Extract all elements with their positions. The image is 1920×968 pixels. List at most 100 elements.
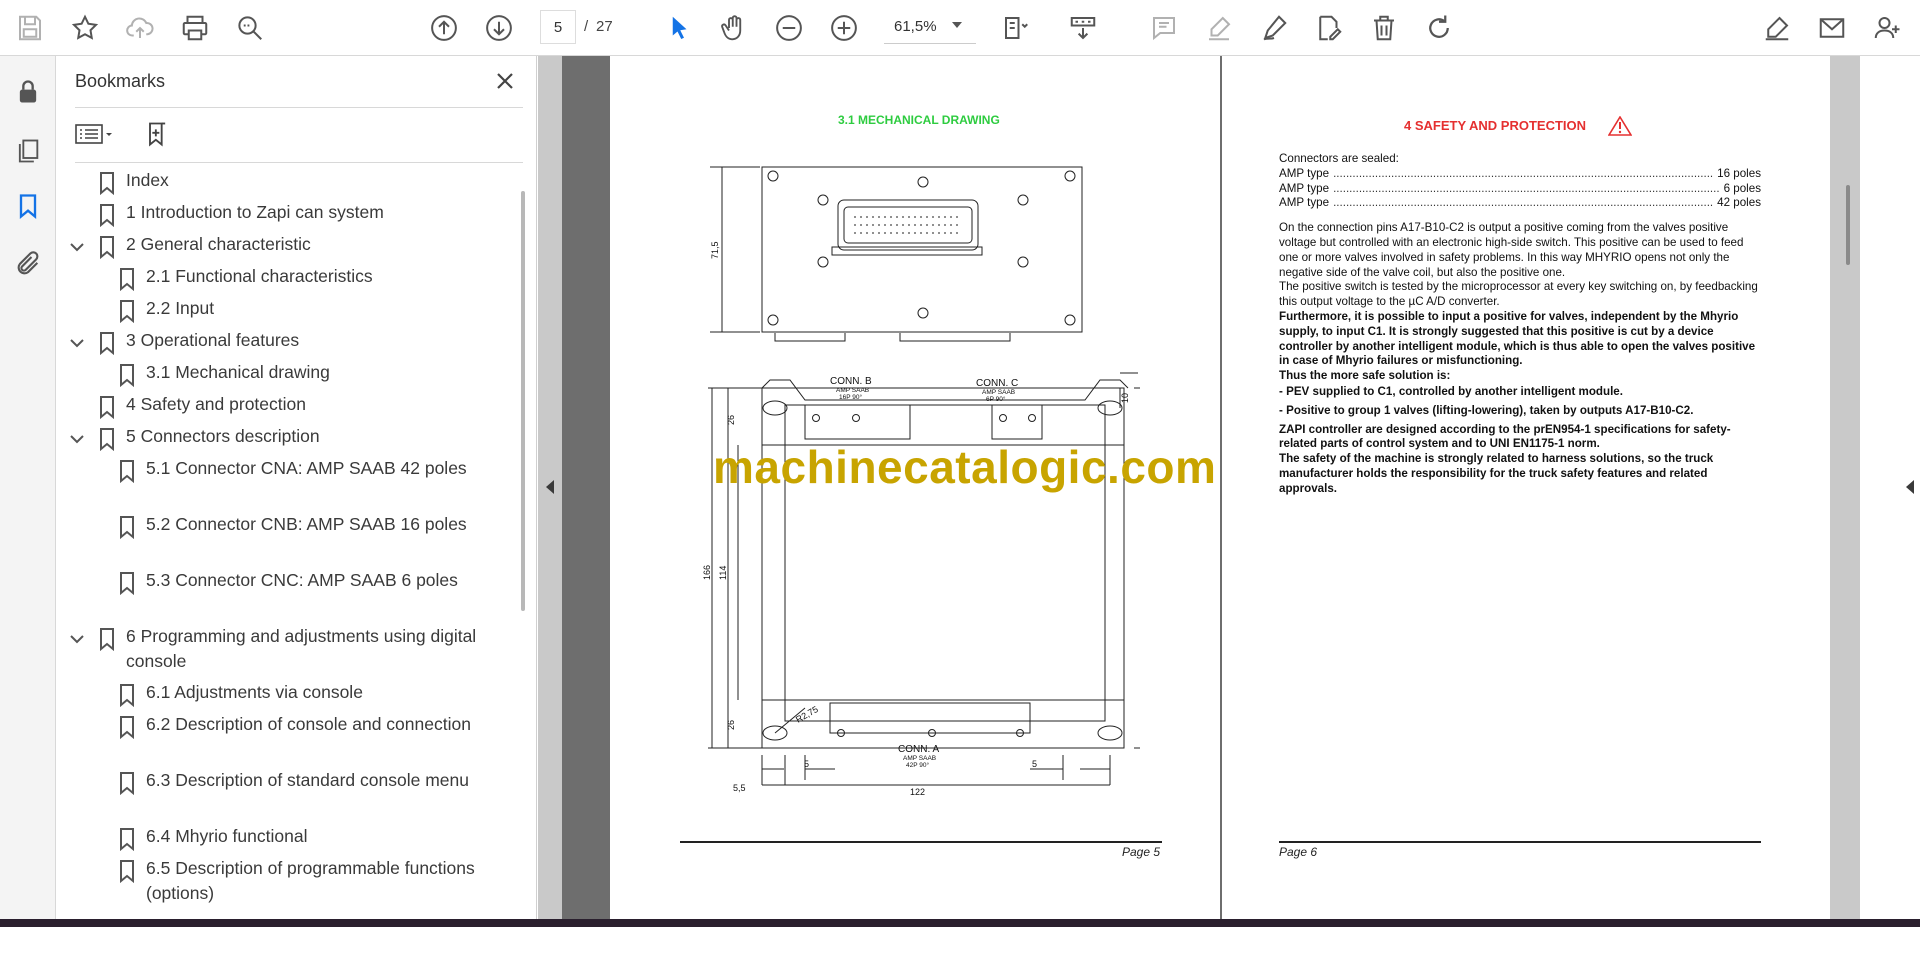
connector-name: AMP type bbox=[1279, 166, 1330, 180]
watermark-text: machinecatalogic.com bbox=[713, 441, 1217, 493]
page-6-heading: 4 SAFETY AND PROTECTION bbox=[1404, 118, 1587, 133]
rotate-icon[interactable] bbox=[1419, 8, 1459, 48]
edit-text-icon[interactable] bbox=[1309, 8, 1349, 48]
bookmark-label: 6.5 Description of programmable function… bbox=[146, 858, 475, 903]
chevron-down-icon[interactable] bbox=[952, 22, 962, 28]
dim-label: 26 bbox=[726, 720, 736, 730]
bookmark-options-button[interactable] bbox=[75, 118, 119, 150]
bookmark-tree: Index 1 Introduction to Zapi can system 2 … bbox=[56, 168, 516, 968]
connector-value: 42 poles bbox=[1717, 196, 1761, 210]
print-icon[interactable] bbox=[175, 8, 215, 48]
chevron-down-icon[interactable] bbox=[68, 430, 86, 448]
next-page-icon[interactable] bbox=[479, 8, 519, 48]
cloud-upload-icon[interactable] bbox=[120, 8, 160, 48]
bookmark-label: 6.2 Description of console and connectio… bbox=[146, 714, 471, 734]
bookmark-icon bbox=[100, 396, 114, 419]
zoom-in-icon[interactable] bbox=[824, 8, 864, 48]
bookmark-icon bbox=[120, 572, 134, 595]
dim-label: 5 bbox=[1032, 759, 1037, 769]
collapse-panel-left-icon[interactable] bbox=[546, 480, 554, 494]
paragraph: The safety of the machine is strongly re… bbox=[1279, 452, 1714, 495]
document-scrollbar[interactable] bbox=[1846, 185, 1850, 265]
conn-a-sub2: 42P 90° bbox=[906, 761, 929, 769]
connector-row: AMP type................................… bbox=[1279, 196, 1761, 211]
previous-page-icon[interactable] bbox=[424, 8, 464, 48]
draw-pen-icon[interactable] bbox=[1254, 8, 1294, 48]
scroll-mode-icon[interactable] bbox=[1063, 8, 1103, 48]
right-gutter bbox=[1830, 56, 1860, 920]
chevron-down-icon[interactable] bbox=[68, 238, 86, 256]
conn-c-label: CONN. C bbox=[976, 378, 1018, 389]
bookmark-icon bbox=[120, 828, 134, 851]
bookmark-label: 4 Safety and protection bbox=[126, 394, 306, 414]
zoom-out-icon[interactable] bbox=[769, 8, 809, 48]
conn-c-sub2: 6P 90° bbox=[986, 395, 1006, 403]
bookmark-icon bbox=[120, 460, 134, 483]
chevron-down-icon[interactable] bbox=[68, 630, 86, 648]
attachments-paperclip-icon[interactable] bbox=[8, 244, 48, 284]
bookmarks-panel-icon[interactable] bbox=[8, 186, 48, 226]
dim-label: 26 bbox=[726, 415, 736, 425]
bookmark-icon bbox=[120, 684, 134, 707]
dim-label: 10 bbox=[1120, 393, 1130, 403]
bookmark-icon bbox=[100, 628, 114, 651]
connector-row: AMP type................................… bbox=[1279, 167, 1761, 182]
bookmark-label: 2.1 Functional characteristics bbox=[146, 266, 373, 286]
page-thumbnails-icon[interactable] bbox=[8, 131, 48, 171]
bookmark-label: 6.1 Adjustments via console bbox=[146, 682, 363, 702]
hand-tool-icon[interactable] bbox=[714, 8, 754, 48]
sign-icon[interactable] bbox=[1757, 8, 1797, 48]
navigation-rail bbox=[0, 56, 56, 927]
bookmarks-scrollbar[interactable] bbox=[521, 191, 525, 611]
conn-a-sub1: AMP SAAB bbox=[903, 755, 936, 762]
conn-b-sub2: 16P 90° bbox=[839, 393, 862, 401]
leader-dots: ........................................… bbox=[1333, 196, 1714, 210]
email-icon[interactable] bbox=[1812, 8, 1852, 48]
delete-trash-icon[interactable] bbox=[1364, 8, 1404, 48]
expand-panel-right-icon[interactable] bbox=[1906, 480, 1914, 494]
page-number-input[interactable]: 5 bbox=[540, 10, 576, 44]
add-user-icon[interactable] bbox=[1867, 8, 1907, 48]
dim-label: 5,5 bbox=[733, 783, 746, 793]
connector-value: 6 poles bbox=[1723, 181, 1761, 195]
connector-value: 16 poles bbox=[1717, 166, 1761, 180]
bullet-item: - Positive to group 1 valves (lifting-lo… bbox=[1279, 403, 1694, 417]
new-bookmark-icon[interactable] bbox=[139, 116, 175, 152]
page-6-body: Connectors are sealed: AMP type.........… bbox=[1279, 152, 1761, 497]
bookmark-icon bbox=[120, 772, 134, 795]
bookmark-label: 6 Programming and adjustments using digi… bbox=[126, 626, 477, 671]
highlight-icon[interactable] bbox=[1199, 8, 1239, 48]
star-icon[interactable] bbox=[65, 8, 105, 48]
page-5-heading: 3.1 MECHANICAL DRAWING bbox=[838, 113, 1000, 127]
leader-dots: ........................................… bbox=[1333, 166, 1714, 180]
lock-icon[interactable] bbox=[8, 72, 48, 112]
bookmark-icon bbox=[120, 268, 134, 291]
comment-icon[interactable] bbox=[1144, 8, 1184, 48]
bookmark-icon bbox=[120, 716, 134, 739]
paragraph: Furthermore, it is possible to input a p… bbox=[1279, 309, 1756, 368]
conn-a-label: CONN. A bbox=[898, 744, 939, 755]
zoom-level-select[interactable]: 61,5% bbox=[884, 10, 976, 44]
page-fit-icon[interactable] bbox=[996, 8, 1036, 48]
dim-label: 122 bbox=[910, 787, 925, 797]
paragraph: Thus the more safe solution is: bbox=[1279, 369, 1451, 383]
conn-c-sub1: AMP SAAB bbox=[982, 389, 1015, 396]
bookmark-label: 3 Operational features bbox=[126, 330, 300, 350]
conn-b-sub1: AMP SAAB bbox=[836, 387, 869, 394]
save-icon[interactable] bbox=[10, 8, 50, 48]
bookmark-label: 5.3 Connector CNC: AMP SAAB 6 poles bbox=[146, 570, 458, 590]
leader-dots: ........................................… bbox=[1333, 181, 1720, 195]
close-icon[interactable] bbox=[490, 66, 520, 96]
connector-name: AMP type bbox=[1279, 196, 1330, 210]
chevron-down-icon[interactable] bbox=[68, 334, 86, 352]
divider bbox=[75, 107, 523, 108]
bookmark-label: 6.4 Mhyrio functional bbox=[146, 826, 308, 846]
select-cursor-icon[interactable] bbox=[659, 8, 699, 48]
bookmark-label: 5 Connectors description bbox=[126, 426, 320, 446]
find-zoom-icon[interactable] bbox=[230, 8, 270, 48]
dim-label: 71,5 bbox=[710, 241, 720, 259]
connector-name: AMP type bbox=[1279, 181, 1330, 195]
bullet-item: - PEV supplied to C1, controlled by anot… bbox=[1279, 384, 1623, 398]
paragraph: ZAPI controller are designed according t… bbox=[1279, 422, 1731, 451]
page-5-footer: Page 5 bbox=[1122, 845, 1161, 859]
